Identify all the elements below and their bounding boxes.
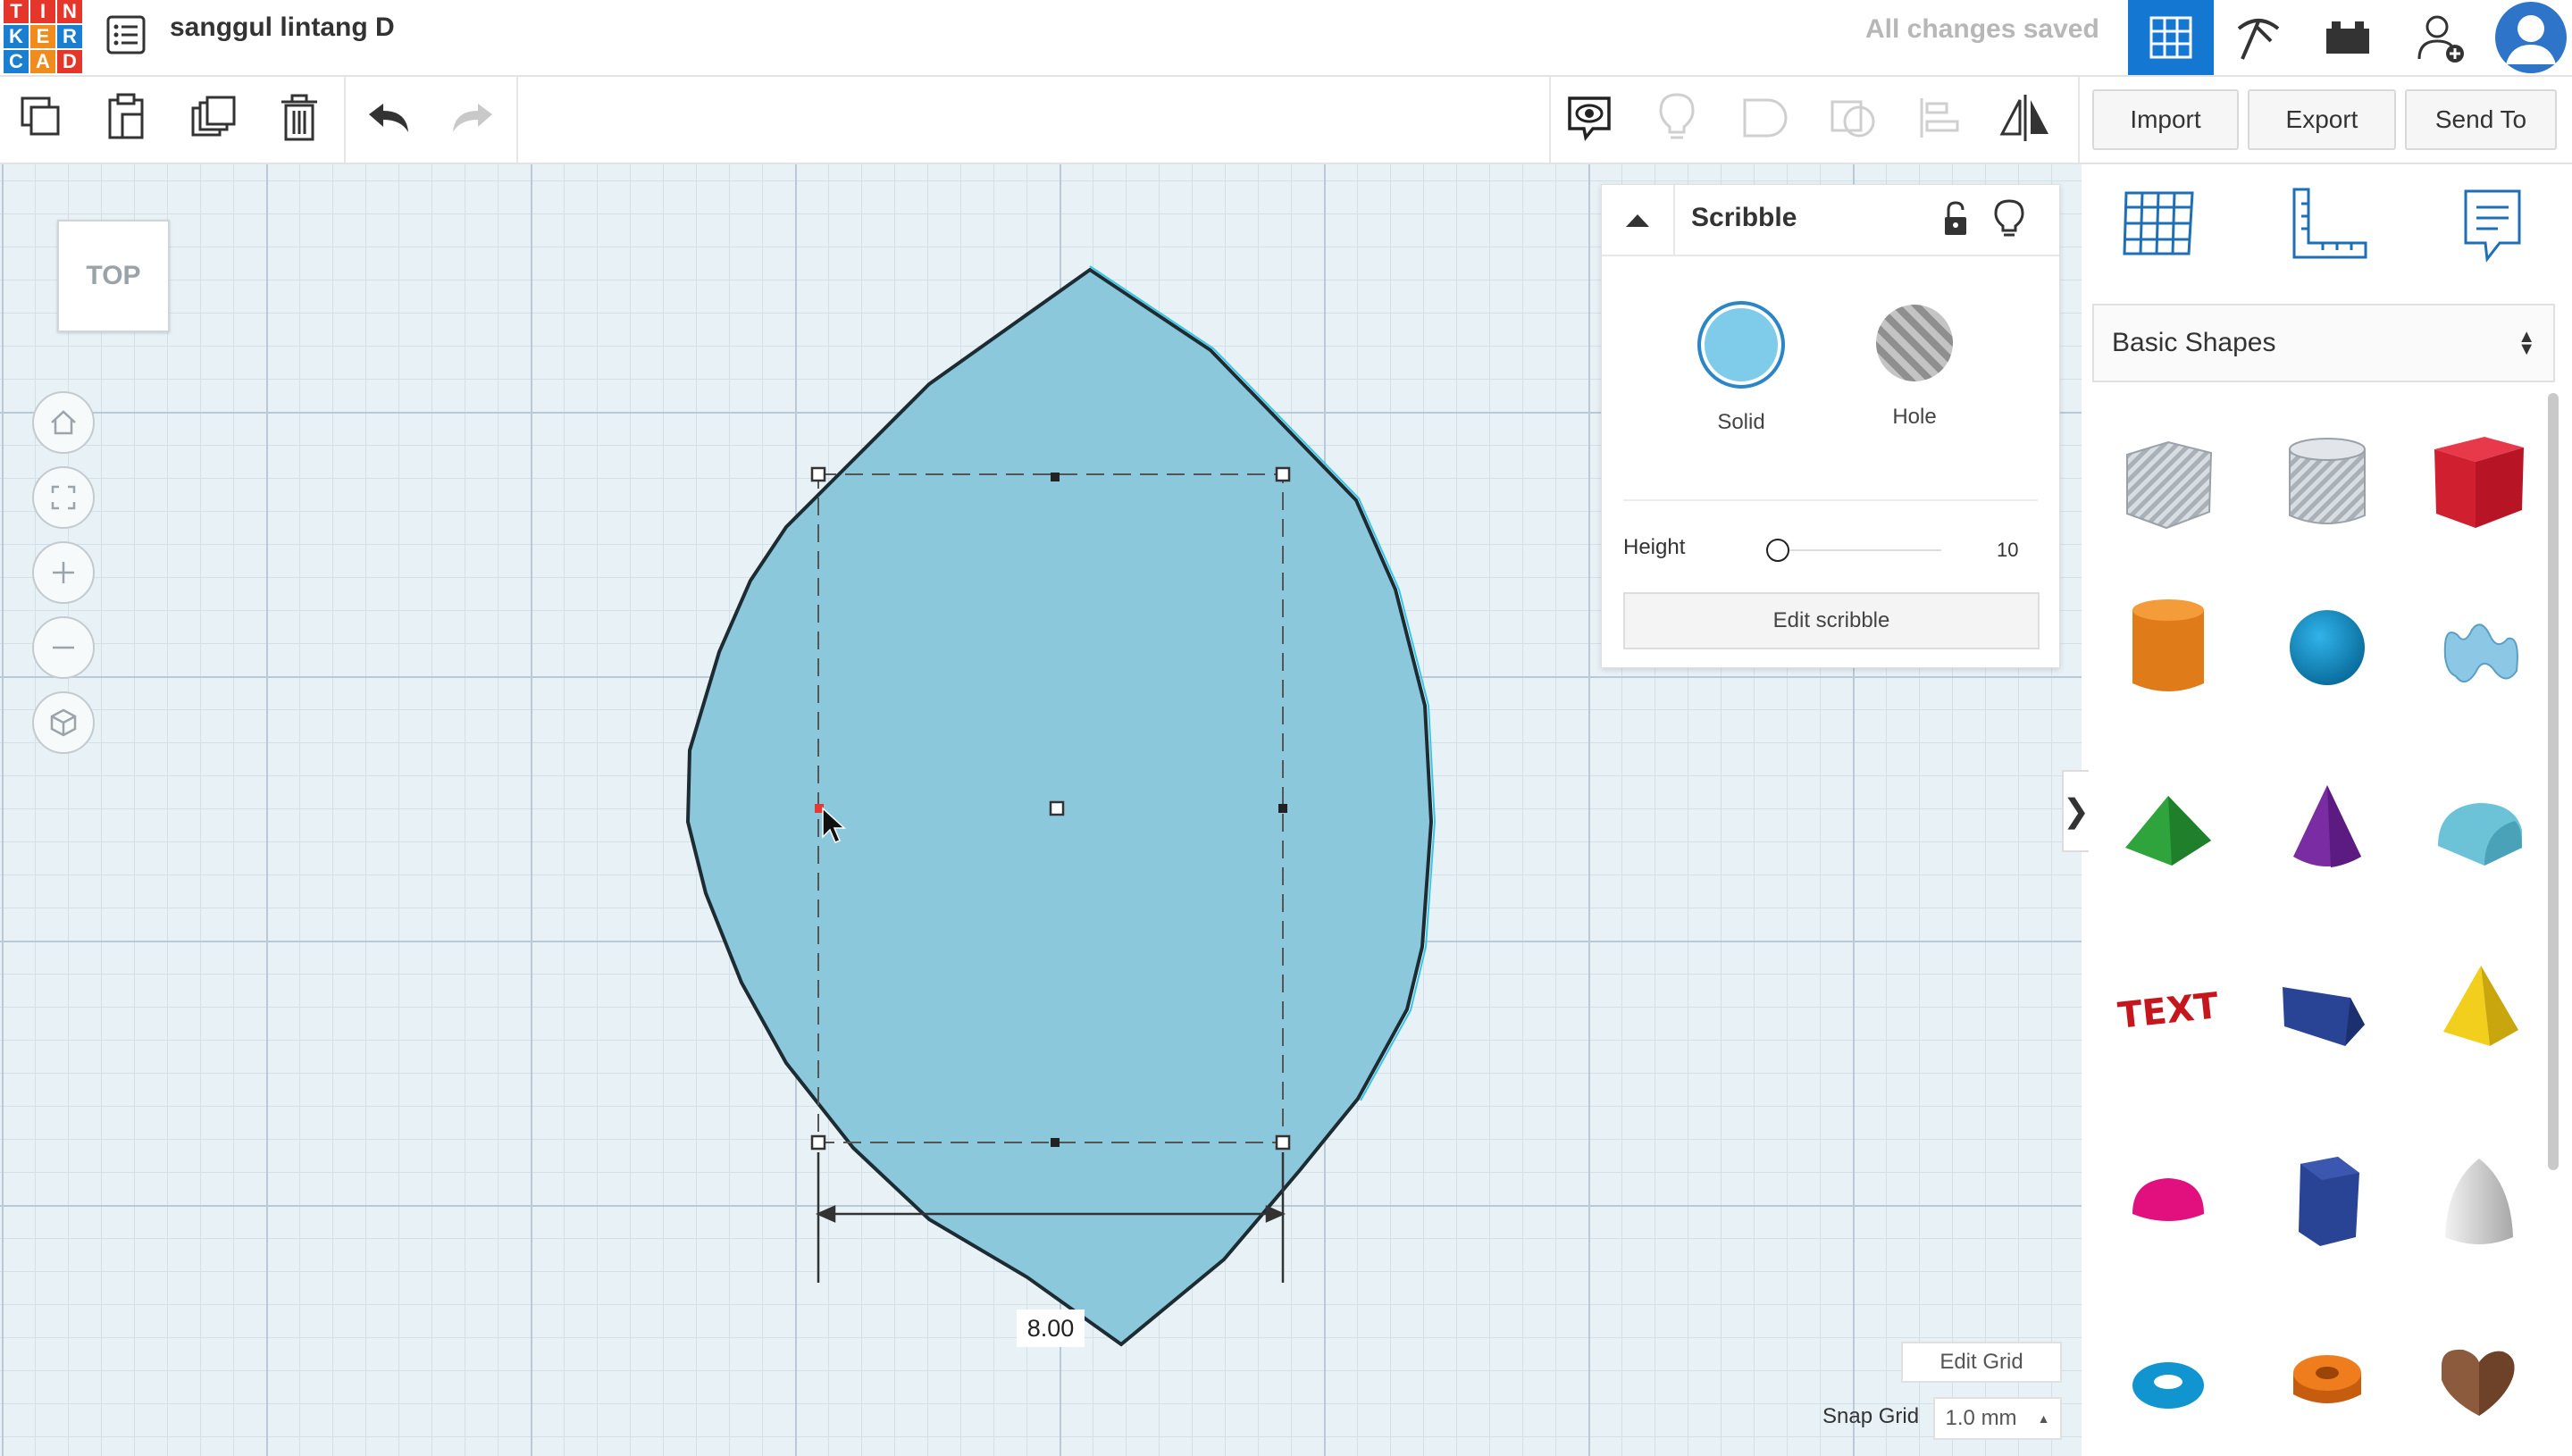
half-sphere-shape[interactable] bbox=[2110, 1143, 2226, 1259]
ruler-icon[interactable] bbox=[2283, 184, 2376, 264]
inspector-shape-name[interactable]: Scribble bbox=[1691, 203, 1797, 233]
solid-option[interactable]: Solid bbox=[1679, 301, 1804, 471]
shape-category-label: Basic Shapes bbox=[2112, 328, 2276, 357]
chevron-right-icon: ❯ bbox=[2062, 792, 2090, 829]
tube-shape[interactable] bbox=[2269, 1322, 2385, 1438]
hole-label: Hole bbox=[1892, 405, 1937, 429]
select-arrows-icon: ▲ ▼ bbox=[2518, 327, 2535, 359]
chevron-up-icon bbox=[1626, 214, 1649, 227]
import-button[interactable]: Import bbox=[2092, 89, 2239, 150]
round-roof-shape[interactable] bbox=[2421, 772, 2537, 888]
paraboloid-shape[interactable] bbox=[2421, 1143, 2537, 1259]
roof-shape[interactable] bbox=[2110, 772, 2226, 888]
cylinder-shape[interactable] bbox=[2110, 590, 2226, 706]
avatar[interactable] bbox=[2489, 0, 2572, 75]
hole-swatch[interactable] bbox=[1876, 305, 1953, 381]
edit-scribble-button[interactable]: Edit scribble bbox=[1623, 592, 2040, 649]
box-shape[interactable] bbox=[2421, 423, 2537, 540]
export-button[interactable]: Export bbox=[2248, 89, 2396, 150]
scribble-shape-thumb[interactable] bbox=[2421, 590, 2537, 706]
caret-up-icon: ▲ bbox=[2037, 1411, 2050, 1426]
solid-label: Solid bbox=[1717, 410, 1765, 434]
cone-shape[interactable] bbox=[2269, 772, 2385, 888]
inspector-header: Scribble bbox=[1602, 185, 2059, 256]
collapse-inspector-button[interactable] bbox=[1602, 185, 1675, 255]
panel-toggle-button[interactable]: ❯ bbox=[2062, 770, 2090, 852]
snap-grid-value: 1.0 mm bbox=[1945, 1406, 2017, 1430]
sphere-shape[interactable] bbox=[2269, 590, 2385, 706]
shape-inspector: Scribble Solid Hole Height 10 Edit scrib… bbox=[1601, 184, 2060, 668]
hole-option[interactable]: Hole bbox=[1852, 305, 1977, 471]
send-to-button[interactable]: Send To bbox=[2405, 89, 2557, 150]
inspector-divider bbox=[1623, 499, 2038, 501]
lock-icon[interactable] bbox=[1938, 199, 1973, 238]
height-value[interactable]: 10 bbox=[1997, 539, 2018, 562]
text-shape[interactable]: TEXT bbox=[2110, 952, 2226, 1068]
svg-text:TEXT: TEXT bbox=[2116, 985, 2222, 1037]
visibility-bulb-icon[interactable] bbox=[1991, 197, 2027, 240]
cylinder-hole-shape[interactable] bbox=[2269, 423, 2385, 540]
pickaxe-icon[interactable] bbox=[2216, 0, 2301, 75]
height-label: Height bbox=[1623, 535, 1686, 559]
torus-shape[interactable] bbox=[2110, 1322, 2226, 1438]
height-slider-track[interactable] bbox=[1772, 549, 1941, 551]
add-user-icon[interactable] bbox=[2398, 0, 2484, 75]
notes-icon[interactable] bbox=[2444, 184, 2537, 270]
heart-shape[interactable] bbox=[2421, 1322, 2537, 1438]
edit-grid-button[interactable]: Edit Grid bbox=[1901, 1342, 2062, 1383]
polygon-shape[interactable] bbox=[2269, 1143, 2385, 1259]
box-hole-shape[interactable] bbox=[2110, 423, 2226, 540]
design-grid-icon[interactable] bbox=[2128, 0, 2214, 75]
wedge-shape[interactable] bbox=[2269, 952, 2385, 1068]
snap-grid-select[interactable]: 1.0 mm ▲ bbox=[1933, 1397, 2062, 1440]
bricks-icon[interactable] bbox=[2305, 0, 2391, 75]
width-dimension-value[interactable]: 8.00 bbox=[1017, 1310, 1085, 1347]
snap-grid-label: Snap Grid bbox=[1822, 1404, 1920, 1428]
solid-color-swatch[interactable] bbox=[1697, 301, 1785, 389]
height-slider-handle[interactable] bbox=[1766, 539, 1789, 562]
shapes-scrollbar[interactable] bbox=[2548, 393, 2559, 1170]
workplane-icon[interactable] bbox=[2114, 184, 2207, 264]
pyramid-shape[interactable] bbox=[2421, 952, 2537, 1068]
shape-category-select[interactable]: Basic Shapes ▲ ▼ bbox=[2092, 304, 2555, 382]
